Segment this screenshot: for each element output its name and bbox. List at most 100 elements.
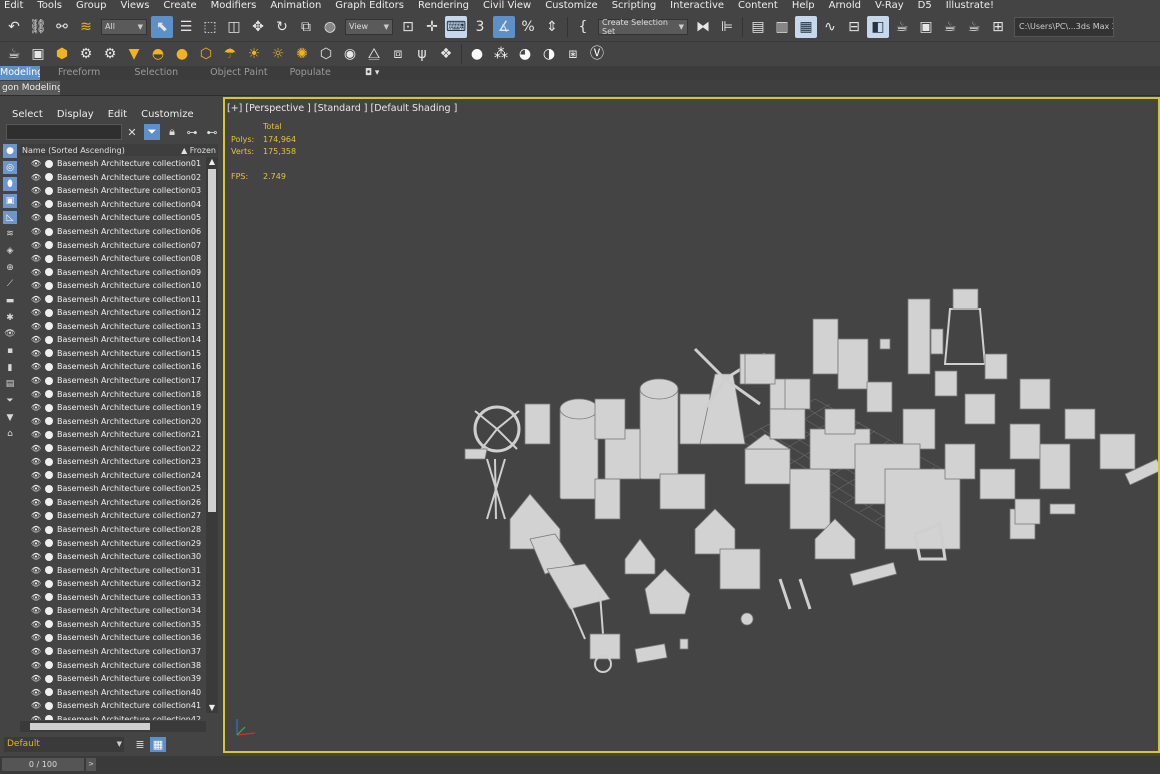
list-item[interactable]: 👁︎ Basemesh Architecture collection12 (20, 306, 206, 320)
display-shapes-icon[interactable]: ◎ (3, 160, 17, 175)
vray-asset-editor-icon[interactable]: ⚙ (75, 43, 97, 65)
list-item[interactable]: 👁︎ Basemesh Architecture collection01 (20, 157, 206, 171)
visibility-eye-icon[interactable]: 👁︎ (30, 444, 42, 453)
visibility-eye-icon[interactable]: 👁︎ (30, 268, 42, 277)
display-lights-icon[interactable]: ⬮ (3, 177, 17, 192)
render-iterative-icon[interactable]: ☕ (963, 16, 985, 38)
list-item[interactable]: 👁︎ Basemesh Architecture collection24 (20, 469, 206, 483)
list-item[interactable]: 👁︎ Basemesh Architecture collection38 (20, 658, 206, 672)
display-hidden-icon[interactable]: 👁︎ (3, 327, 17, 341)
visibility-eye-icon[interactable]: 👁︎ (30, 701, 42, 710)
list-item[interactable]: 👁︎ Basemesh Architecture collection19 (20, 401, 206, 415)
menu-d5[interactable]: D5 (918, 0, 932, 12)
clear-search-icon[interactable]: ✕ (124, 124, 140, 140)
list-item[interactable]: 👁︎ Basemesh Architecture collection15 (20, 347, 206, 361)
menu-customize[interactable]: Customize (545, 0, 598, 12)
scrollbar-thumb[interactable] (208, 169, 216, 512)
menu-graph-editors[interactable]: Graph Editors (335, 0, 404, 12)
visibility-eye-icon[interactable]: 👁︎ (30, 525, 42, 534)
column-name-header[interactable]: Name (Sorted Ascending) (22, 146, 125, 155)
visibility-eye-icon[interactable]: 👁︎ (30, 200, 42, 209)
list-item[interactable]: 👁︎ Basemesh Architecture collection26 (20, 496, 206, 510)
visibility-eye-icon[interactable]: 👁︎ (30, 227, 42, 236)
select-manipulate-icon[interactable]: ✛ (421, 16, 443, 38)
visibility-eye-icon[interactable]: 👁︎ (30, 295, 42, 304)
viewport-label[interactable]: [+] [Perspective ] [Standard ] [Default … (227, 103, 457, 114)
list-item[interactable]: 👁︎ Basemesh Architecture collection35 (20, 618, 206, 632)
align-icon[interactable]: ⊫ (716, 16, 738, 38)
window-crossing-icon[interactable]: ◫ (223, 16, 245, 38)
layer-explorer-icon[interactable]: ≣ (132, 737, 148, 752)
visibility-eye-icon[interactable]: 👁︎ (30, 579, 42, 588)
named-selection-dropdown[interactable]: Create Selection Set ▼ (598, 18, 688, 36)
visibility-eye-icon[interactable]: 👁︎ (30, 471, 42, 480)
visibility-eye-icon[interactable]: 👁︎ (30, 552, 42, 561)
menu-views[interactable]: Views (120, 0, 149, 12)
tab-freeform[interactable]: Freeform (40, 66, 122, 80)
arnold-spheres-icon[interactable]: ⁂ (490, 43, 512, 65)
vray-clipper-icon[interactable]: ⧈ (387, 43, 409, 65)
vray-sphere-light-icon[interactable]: ● (171, 43, 193, 65)
vray-sphere-object-icon[interactable]: ◉ (339, 43, 361, 65)
display-children-icon[interactable]: ▮ (3, 361, 17, 375)
layer-toggle-icon[interactable]: ▦ (150, 737, 166, 752)
bind-spacewarp-icon[interactable]: ≋ (75, 16, 97, 38)
tab-selection[interactable]: Selection (122, 66, 200, 80)
visibility-eye-icon[interactable]: 👁︎ (30, 484, 42, 493)
visibility-eye-icon[interactable]: 👁︎ (30, 430, 42, 439)
list-item[interactable]: 👁︎ Basemesh Architecture collection06 (20, 225, 206, 239)
vray-proxy-icon[interactable]: ⬡ (315, 43, 337, 65)
list-item[interactable]: 👁︎ Basemesh Architecture collection07 (20, 238, 206, 252)
menu-v-ray[interactable]: V-Ray (875, 0, 904, 12)
visibility-eye-icon[interactable]: 👁︎ (30, 213, 42, 222)
menu-scripting[interactable]: Scripting (612, 0, 656, 12)
vray-logo-icon[interactable]: Ⓥ (586, 43, 608, 65)
angle-snap-icon[interactable]: ∡ (493, 15, 515, 38)
list-item[interactable]: 👁︎ Basemesh Architecture collection17 (20, 374, 206, 388)
toggle-layer-explorer-icon[interactable]: ▥ (771, 16, 793, 38)
vray-frame-buffer-icon[interactable]: ▣ (27, 43, 49, 65)
menu-edit[interactable]: Edit (4, 0, 23, 12)
display-spacewarps-icon[interactable]: ≋ (3, 227, 17, 241)
current-layer-dropdown[interactable]: Default ▼ (4, 737, 124, 752)
next-frame-icon[interactable]: > (86, 758, 96, 771)
snaps-toggle-icon[interactable]: 3 (469, 16, 491, 38)
vray-sun-icon[interactable]: ☼ (267, 43, 289, 65)
visibility-eye-icon[interactable]: 👁︎ (30, 498, 42, 507)
list-item[interactable]: 👁︎ Basemesh Architecture collection05 (20, 211, 206, 225)
visibility-eye-icon[interactable]: 👁︎ (30, 715, 42, 720)
vray-dome-light-icon[interactable]: ◓ (147, 43, 169, 65)
display-containers-icon[interactable]: ▬ (3, 294, 17, 308)
arnold-material-icon[interactable]: ◑ (538, 43, 560, 65)
hierarchy-icon[interactable]: ⊶ (184, 124, 200, 140)
menu-rendering[interactable]: Rendering (418, 0, 469, 12)
tab-object-paint[interactable]: Object Paint (200, 66, 289, 80)
visibility-eye-icon[interactable]: 👁︎ (30, 511, 42, 520)
project-path-field[interactable]: C:\Users\PC\...3ds Max 2 (1014, 16, 1114, 37)
list-item[interactable]: 👁︎ Basemesh Architecture collection42 (20, 712, 206, 720)
visibility-eye-icon[interactable]: 👁︎ (30, 566, 42, 575)
layer-hierarchy-icon[interactable]: ⊷ (204, 124, 220, 140)
list-item[interactable]: 👁︎ Basemesh Architecture collection34 (20, 604, 206, 618)
mirror-icon[interactable]: ⧓ (692, 16, 714, 38)
ribbon-options-icon[interactable]: ◘ ▾ (365, 68, 380, 78)
visibility-eye-icon[interactable]: 👁︎ (30, 647, 42, 656)
tab-modeling[interactable]: Modeling (0, 66, 40, 80)
visibility-eye-icon[interactable]: 👁︎ (30, 186, 42, 195)
visibility-eye-icon[interactable]: 👁︎ (30, 593, 42, 602)
visibility-eye-icon[interactable]: 👁︎ (30, 674, 42, 683)
select-rotate-icon[interactable]: ↻ (271, 16, 293, 38)
vray-ies-light-icon[interactable]: ☂ (219, 43, 241, 65)
toggle-scene-explorer-icon[interactable]: ▤ (747, 16, 769, 38)
scroll-up-icon[interactable]: ▲ (206, 157, 218, 167)
menu-help[interactable]: Help (792, 0, 815, 12)
reference-coordinate-dropdown[interactable]: View ▼ (345, 18, 393, 35)
visibility-eye-icon[interactable]: 👁︎ (30, 417, 42, 426)
list-item[interactable]: 👁︎ Basemesh Architecture collection18 (20, 387, 206, 401)
visibility-eye-icon[interactable]: 👁︎ (30, 606, 42, 615)
toggle-ribbon-icon[interactable]: ▦ (795, 15, 817, 38)
visibility-eye-icon[interactable]: 👁︎ (30, 308, 42, 317)
schematic-view-icon[interactable]: ⊟ (843, 16, 865, 38)
spinner-snap-icon[interactable]: ⇕ (541, 16, 563, 38)
explorer-menu-customize[interactable]: Customize (141, 109, 194, 120)
